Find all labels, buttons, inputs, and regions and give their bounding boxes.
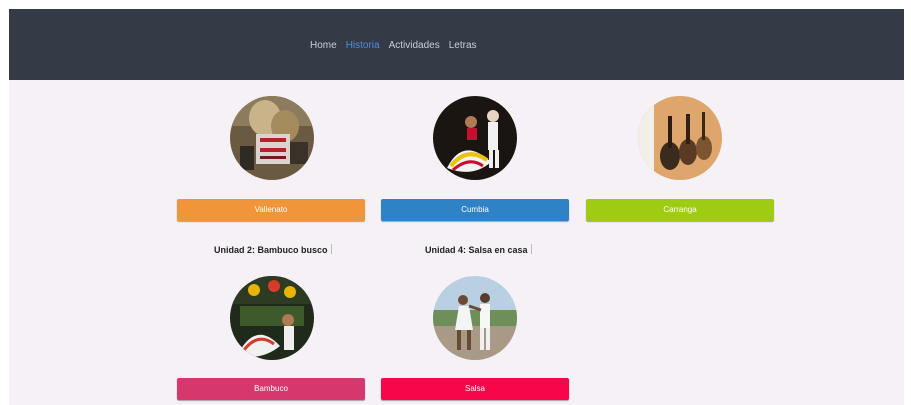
salsa-button[interactable]: Salsa: [381, 378, 569, 400]
page-frame: Home Historia Actividades Letras Vallena…: [9, 9, 904, 405]
cumbia-photo: [433, 96, 517, 180]
top-navbar: Home Historia Actividades Letras: [9, 9, 904, 80]
nav-home[interactable]: Home: [310, 40, 337, 52]
nav-historia[interactable]: Historia: [346, 40, 380, 52]
bambuco-photo: [230, 276, 314, 360]
carranga-button[interactable]: Carranga: [586, 199, 774, 221]
text-caret: [530, 244, 532, 254]
bambuco-heading-text: Unidad 2: Bambuco busco: [214, 245, 328, 255]
carranga-photo: [638, 96, 722, 180]
nav-menu: Home Historia Actividades Letras: [310, 40, 477, 52]
salsa-heading: Unidad 4: Salsa en casa: [425, 244, 532, 256]
bambuco-heading: Unidad 2: Bambuco busco: [214, 244, 332, 256]
nav-letras[interactable]: Letras: [449, 40, 477, 52]
text-caret: [330, 244, 332, 254]
cumbia-button[interactable]: Cumbia: [381, 199, 569, 221]
bambuco-button[interactable]: Bambuco: [177, 378, 365, 400]
vallenato-photo: [230, 96, 314, 180]
nav-actividades[interactable]: Actividades: [389, 40, 440, 52]
vallenato-button[interactable]: Vallenato: [177, 199, 365, 221]
salsa-heading-text: Unidad 4: Salsa en casa: [425, 245, 528, 255]
salsa-photo: [433, 276, 517, 360]
